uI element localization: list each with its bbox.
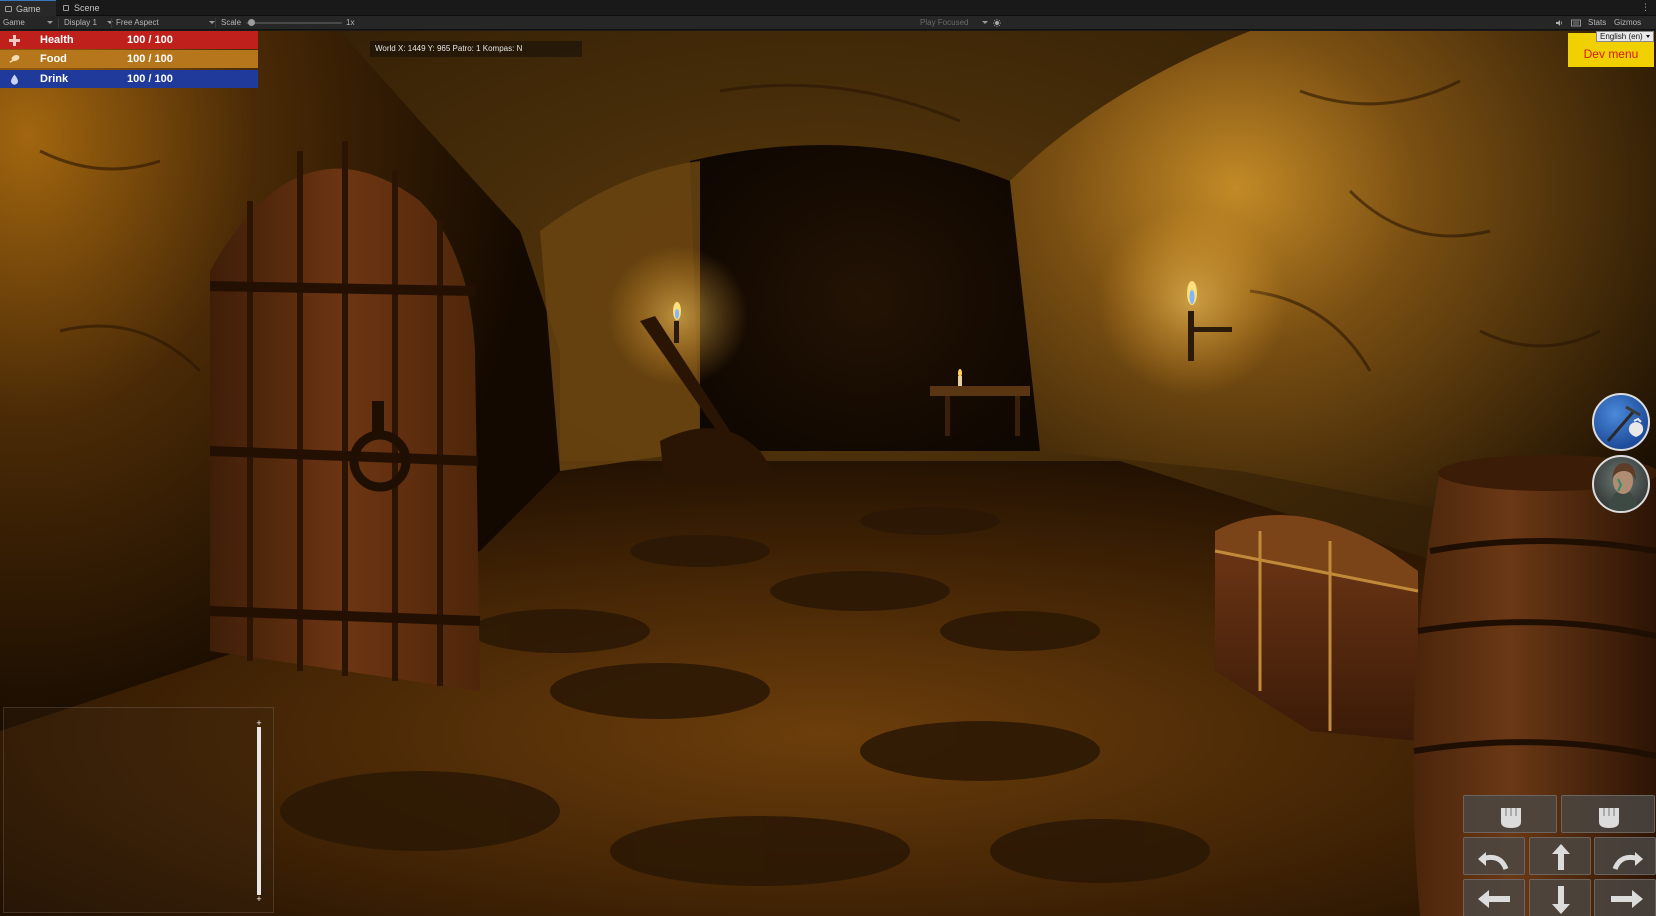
- editor-tab-bar: Game Scene ⋮: [0, 0, 1656, 16]
- drink-value: 100 / 100: [127, 73, 173, 85]
- food-label: Food: [40, 53, 67, 65]
- game-viewport[interactable]: Health 100 / 100 Food 100 / 100 Drink 10…: [0, 31, 1656, 916]
- tab-game-label: Game: [16, 4, 41, 14]
- sun-icon[interactable]: [993, 19, 1001, 27]
- stats-toggle[interactable]: Stats: [1588, 16, 1606, 30]
- strafe-left-icon: [1478, 890, 1510, 908]
- tab-scene[interactable]: Scene: [58, 0, 108, 16]
- divider: [215, 18, 216, 28]
- language-label: English (en): [1600, 32, 1643, 41]
- divider: [111, 18, 112, 28]
- gizmos-label: Gizmos: [1614, 18, 1642, 27]
- turn-left-icon: [1478, 852, 1509, 871]
- gizmos-dropdown[interactable]: Gizmos: [1614, 16, 1641, 30]
- scale-slider-handle[interactable]: [247, 19, 255, 26]
- move-forward-button[interactable]: [1529, 837, 1591, 875]
- zoom-out-icon[interactable]: +: [253, 895, 265, 904]
- aspect-dropdown[interactable]: Free Aspect: [116, 16, 215, 30]
- chevron-down-icon: [1646, 35, 1650, 38]
- display-dropdown[interactable]: Display 1: [64, 16, 113, 30]
- move-forward-icon: [1552, 844, 1570, 870]
- aspect-dropdown-label: Free Aspect: [116, 18, 159, 27]
- chevron-down-icon: [46, 21, 53, 25]
- language-dropdown[interactable]: English (en): [1596, 31, 1654, 42]
- chevron-down-icon: [208, 21, 215, 25]
- food-value: 100 / 100: [127, 53, 173, 65]
- move-back-icon: [1552, 886, 1570, 914]
- world-coords-readout: World X: 1449 Y: 965 Patro: 1 Kompas: N: [370, 41, 582, 57]
- left-fist-icon: [1501, 808, 1521, 828]
- minimap-zoom-slider[interactable]: + +: [253, 719, 265, 904]
- zoom-in-icon[interactable]: +: [253, 719, 265, 728]
- scale-value: 1x: [346, 18, 355, 27]
- health-label: Health: [40, 34, 74, 46]
- game-view-toolbar: Game Display 1 Free Aspect Scale 1x Play…: [0, 16, 1656, 30]
- divider: [58, 18, 59, 28]
- chevron-down-icon: [106, 21, 113, 25]
- layout-icon[interactable]: [1571, 19, 1581, 27]
- view-dropdown[interactable]: Game: [3, 16, 53, 30]
- game-view-icon: [5, 6, 12, 12]
- tool-slot-button[interactable]: [1592, 393, 1650, 451]
- health-value: 100 / 100: [127, 34, 173, 46]
- strafe-left-button[interactable]: [1463, 879, 1525, 916]
- zoom-slider-track[interactable]: [257, 727, 261, 895]
- arched-wooden-door: [209, 141, 481, 692]
- minimap[interactable]: [3, 707, 274, 913]
- tab-game[interactable]: Game: [0, 0, 56, 16]
- health-bar: Health 100 / 100: [0, 31, 258, 49]
- turn-right-icon: [1612, 852, 1643, 871]
- drink-label: Drink: [40, 73, 69, 85]
- character-portrait-button[interactable]: [1592, 455, 1650, 513]
- drink-bar: Drink 100 / 100: [0, 70, 258, 88]
- scale-label: Scale: [221, 18, 242, 27]
- scene-view-icon: [63, 5, 69, 11]
- speaker-icon[interactable]: [1555, 19, 1563, 27]
- droplet-icon: [11, 74, 18, 85]
- display-dropdown-label: Display 1: [64, 18, 97, 27]
- cross-icon: [9, 35, 20, 46]
- play-mode-label: Play Focused: [920, 18, 969, 27]
- drumstick-icon: [9, 55, 20, 63]
- view-dropdown-label: Game: [3, 18, 25, 27]
- left-hand-button[interactable]: [1463, 795, 1557, 833]
- chevron-down-icon: [982, 21, 989, 25]
- strafe-right-button[interactable]: [1594, 879, 1656, 916]
- kebab-menu-icon[interactable]: ⋮: [1641, 2, 1650, 13]
- turn-left-button[interactable]: [1463, 837, 1525, 875]
- move-back-button[interactable]: [1529, 879, 1591, 916]
- play-mode-dropdown[interactable]: Play Focused: [920, 16, 989, 30]
- strafe-right-icon: [1611, 890, 1643, 908]
- tab-scene-label: Scene: [74, 3, 100, 13]
- right-fist-icon: [1599, 808, 1619, 828]
- right-hand-button[interactable]: [1561, 795, 1655, 833]
- turn-right-button[interactable]: [1594, 837, 1656, 875]
- food-bar: Food 100 / 100: [0, 50, 258, 68]
- scale-slider-track[interactable]: [246, 22, 342, 24]
